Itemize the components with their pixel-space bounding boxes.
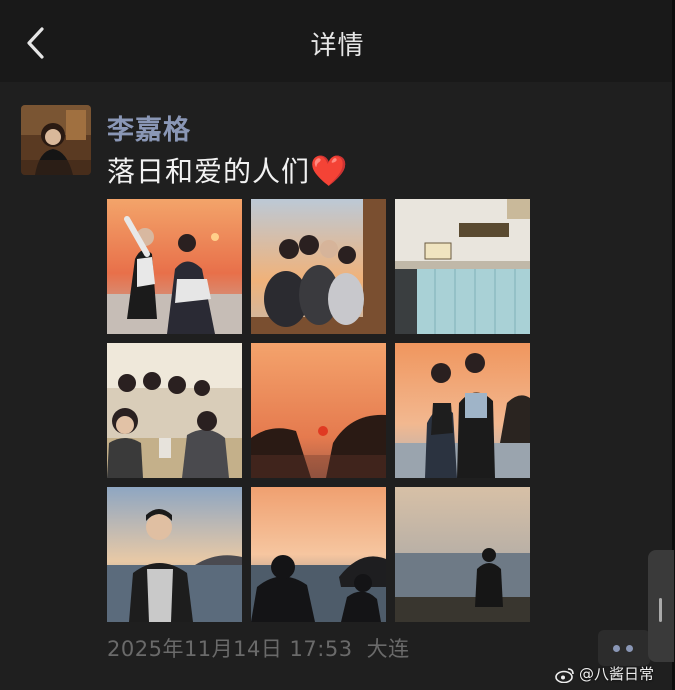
- photo-3[interactable]: [395, 199, 530, 334]
- post-author[interactable]: 李嘉格: [107, 108, 191, 147]
- watermark-text: @八酱日常: [579, 665, 655, 683]
- more-dots-icon: [626, 645, 633, 652]
- top-bar: 详情: [0, 0, 675, 82]
- post-timestamp: 2025年11月14日 17:53: [107, 637, 353, 661]
- photo-9[interactable]: [395, 487, 530, 622]
- photo-1[interactable]: [107, 199, 242, 334]
- photo-2[interactable]: [251, 199, 386, 334]
- photo-6[interactable]: [395, 343, 530, 478]
- photo-4[interactable]: [107, 343, 242, 478]
- heart-icon: ❤️: [310, 154, 349, 189]
- more-button[interactable]: [598, 630, 650, 666]
- weibo-logo: [555, 667, 574, 683]
- scroll-handle[interactable]: [648, 550, 674, 662]
- post-text-content: 落日和爱的人们: [107, 155, 311, 188]
- avatar[interactable]: [21, 105, 91, 175]
- more-dots-icon: [613, 645, 620, 652]
- avatar-image: [21, 105, 91, 175]
- grip-icon: [659, 598, 662, 622]
- page-title: 详情: [310, 31, 365, 61]
- watermark: @八酱日常: [555, 663, 654, 684]
- post-location[interactable]: 大连: [367, 637, 410, 661]
- photo-5[interactable]: [251, 343, 386, 478]
- photo-8[interactable]: [251, 487, 386, 622]
- post-meta: 2025年11月14日 17:53 大连: [107, 633, 410, 663]
- post-text: 落日和爱的人们❤️: [107, 150, 348, 190]
- photo-7[interactable]: [107, 487, 242, 622]
